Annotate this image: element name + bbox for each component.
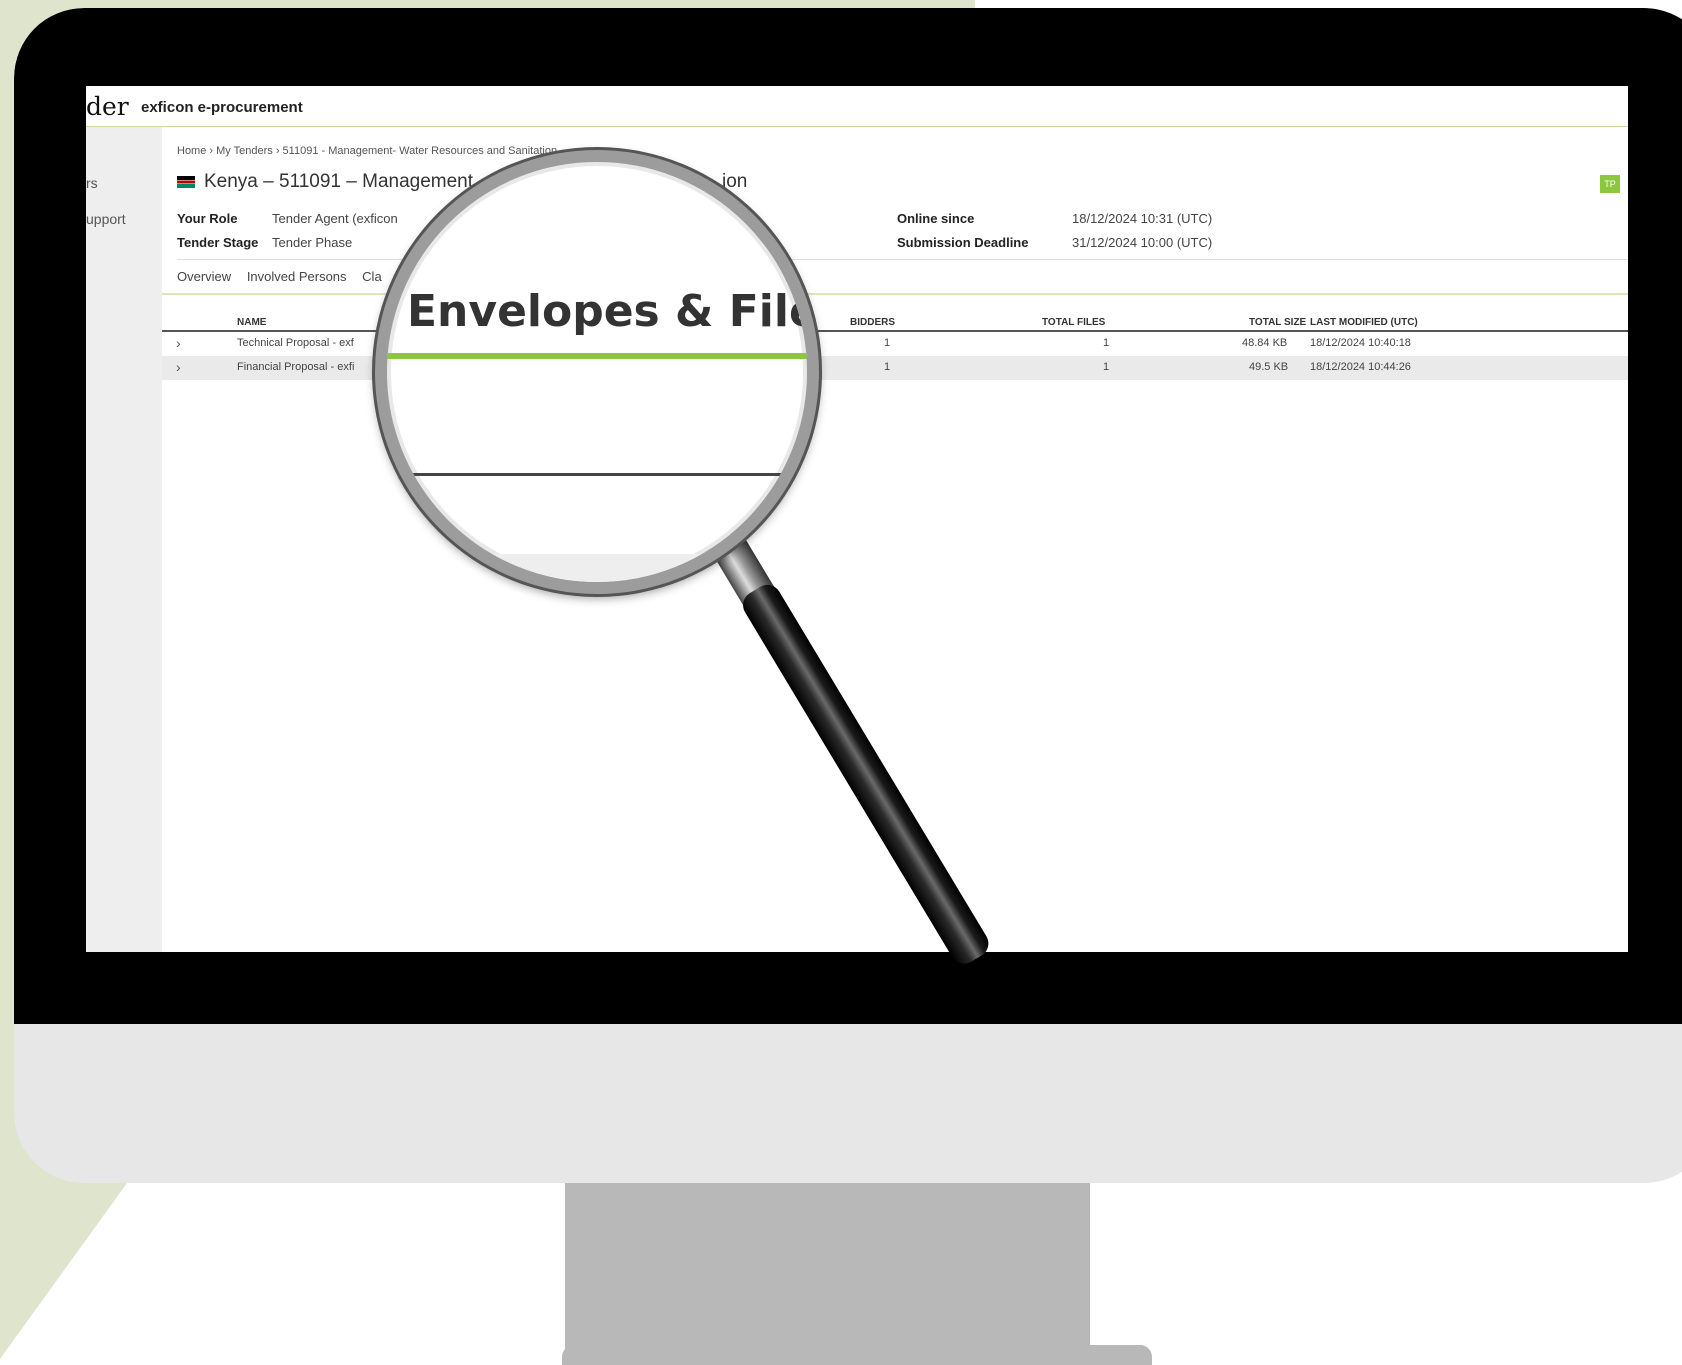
chevron-right-icon[interactable]: › [176,359,181,375]
sidebar: rs upport [86,127,162,952]
chevron-right-icon[interactable]: › [176,335,181,351]
col-header-bidders[interactable]: BIDDERS [850,317,895,328]
tab-overview[interactable]: Overview [177,269,231,284]
your-role-value: Tender Agent (exficon [272,211,398,226]
meta-divider [177,259,1627,260]
tender-stage-label: Tender Stage [177,235,259,250]
tab-clarifications[interactable]: Cla [362,269,382,284]
online-since-label: Online since [897,211,975,226]
magnifier-lens: Envelopes & Files [375,150,819,594]
col-header-total-size[interactable]: TOTAL SIZE [1249,317,1306,328]
row-last-modified: 18/12/2024 10:44:26 [1310,361,1411,373]
row-last-modified: 18/12/2024 10:40:18 [1310,337,1411,349]
row-name: Technical Proposal - exf [237,337,354,349]
row-bidders: 1 [884,337,891,349]
zoomed-table-divider [387,473,807,476]
sidebar-item-tenders[interactable]: rs [86,175,98,191]
col-header-name[interactable]: NAME [237,317,266,328]
tab-bar: Overview Involved Persons Cla [177,269,394,284]
col-header-total-files[interactable]: TOTAL FILES [1042,317,1105,328]
zoomed-row-shade [387,554,807,582]
top-bar: der exficon e-procurement [86,86,1628,127]
page-title: Kenya – 511091 – Management [177,171,473,193]
page-title-text: Kenya – 511091 – Management [204,171,474,192]
row-bidders: 1 [884,361,891,373]
row-total-files: 1 [1103,337,1110,349]
sidebar-item-support[interactable]: upport [86,211,126,227]
app-logo[interactable]: der [86,92,129,121]
row-total-files: 1 [1103,361,1110,373]
tabs-underline [162,293,1628,295]
zoomed-active-tab-underline [387,353,807,359]
your-role-label: Your Role [177,211,238,226]
tp-badge[interactable]: TP [1600,175,1620,193]
row-total-size: 48.84 KB [1242,337,1288,349]
submission-deadline-value: 31/12/2024 10:00 (UTC) [1072,235,1213,250]
tender-stage-value: Tender Phase [272,235,353,250]
kenya-flag-icon [177,175,195,188]
col-header-last-modified[interactable]: LAST MODIFIED (UTC) [1310,317,1418,328]
brand-name: exficon e-procurement [141,99,303,116]
row-total-size: 49.5 KB [1249,361,1289,373]
row-name: Financial Proposal - exfi [237,361,355,373]
page-title-tail: ion [722,171,748,192]
breadcrumb[interactable]: Home › My Tenders › 511091 - Management-… [177,145,557,157]
screen: der exficon e-procurement rs upport Home… [86,86,1628,952]
monitor-stand-foot [562,1345,1152,1365]
submission-deadline-label: Submission Deadline [897,235,1029,250]
monitor-stand [565,1183,1090,1359]
online-since-value: 18/12/2024 10:31 (UTC) [1072,211,1213,226]
tab-involved-persons[interactable]: Involved Persons [247,269,347,284]
zoomed-tab-envelopes-files: Envelopes & Files [407,286,819,337]
